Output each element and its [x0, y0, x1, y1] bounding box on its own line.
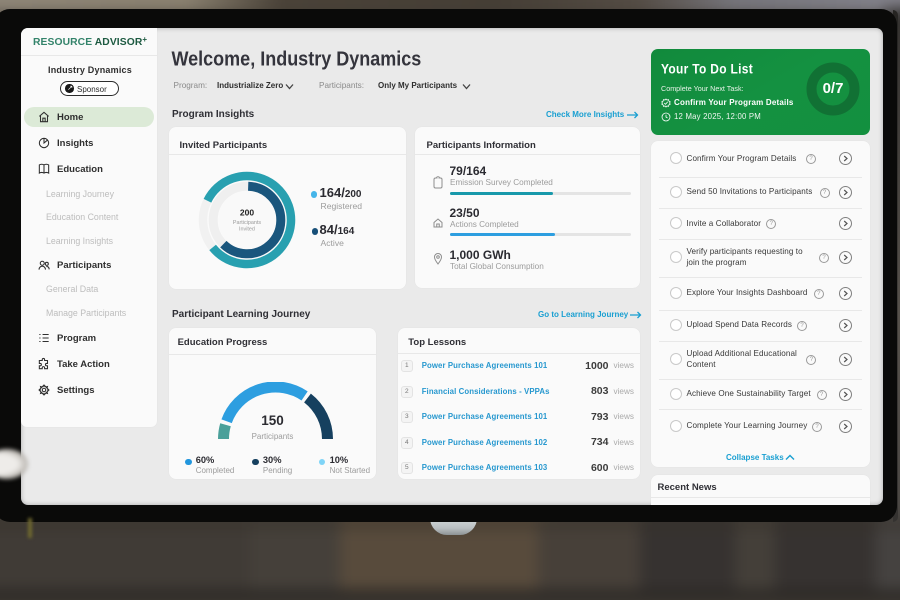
svg-text:Invited: Invited	[239, 226, 255, 232]
svg-text:Participants: Participants	[232, 220, 260, 226]
svg-text:200: 200	[239, 208, 253, 218]
